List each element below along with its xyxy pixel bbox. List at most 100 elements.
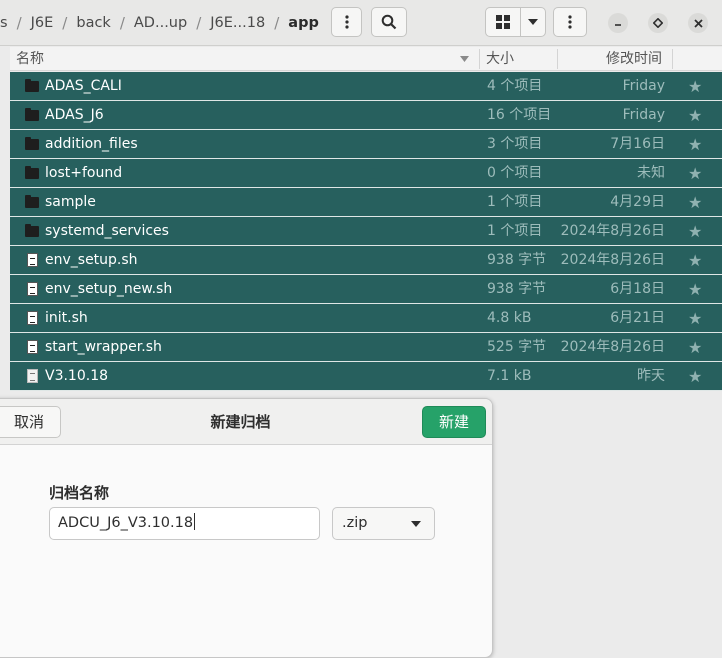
restore-button[interactable]	[648, 13, 668, 33]
file-modified: 昨天	[637, 368, 665, 384]
new-archive-dialog: 新建归档 取消 新建 归档名称 ADCU_J6_V3.10.18 .zip	[0, 398, 493, 658]
file-name: env_setup.sh	[45, 252, 138, 268]
file-size: 938 字节	[487, 252, 547, 268]
breadcrumb-item[interactable]: J6E...18	[201, 7, 274, 39]
file-size: 525 字节	[487, 339, 547, 355]
extension-value: .zip	[342, 515, 368, 531]
vertical-dots-icon	[568, 15, 572, 29]
script-file-icon	[27, 311, 38, 325]
file-row[interactable]: env_setup_new.sh 938 字节 6月18日 ★	[10, 275, 722, 304]
folder-icon	[25, 195, 39, 209]
column-name-header[interactable]: 名称	[16, 47, 44, 70]
minimize-button[interactable]	[608, 13, 628, 33]
file-name: init.sh	[45, 310, 88, 326]
vertical-dots-icon	[344, 15, 349, 29]
file-size: 0 个项目	[487, 165, 543, 181]
grid-view-icon	[496, 15, 510, 29]
breadcrumb-item[interactable]: s	[0, 7, 17, 39]
file-name: lost+found	[45, 165, 123, 181]
main-menu-button[interactable]	[553, 7, 587, 37]
close-icon	[693, 18, 703, 28]
file-row[interactable]: addition_files 3 个项目 7月16日 ★	[10, 130, 722, 159]
archive-name-value: ADCU_J6_V3.10.18	[58, 515, 194, 531]
file-row[interactable]: env_setup.sh 938 字节 2024年8月26日 ★	[10, 246, 722, 275]
breadcrumb-item[interactable]: AD...up	[125, 7, 196, 39]
file-row[interactable]: lost+found 0 个项目 未知 ★	[10, 159, 722, 188]
file-name: sample	[45, 194, 96, 210]
file-row[interactable]: init.sh 4.8 kB 6月21日 ★	[10, 304, 722, 333]
star-icon[interactable]: ★	[688, 188, 702, 217]
star-icon[interactable]: ★	[688, 333, 702, 362]
column-header: 名称 大小 修改时间	[10, 47, 722, 71]
file-size: 1 个项目	[487, 223, 543, 239]
breadcrumb-item-current[interactable]: app	[279, 7, 328, 39]
file-list: ADAS_CALI 4 个项目 Friday ★ ADAS_J6 16 个项目 …	[10, 72, 722, 391]
star-icon[interactable]: ★	[688, 130, 702, 159]
script-file-icon	[27, 282, 38, 296]
breadcrumb: s / J6E / back / AD...up / J6E...18 / ap…	[0, 7, 328, 39]
file-row[interactable]: V3.10.18 7.1 kB 昨天 ★	[10, 362, 722, 391]
file-modified: 6月21日	[610, 310, 665, 326]
star-icon[interactable]: ★	[688, 72, 702, 101]
star-icon[interactable]: ★	[688, 304, 702, 333]
view-options-dropdown[interactable]	[520, 7, 546, 37]
file-row[interactable]: ADAS_CALI 4 个项目 Friday ★	[10, 72, 722, 101]
extension-select[interactable]: .zip	[332, 507, 435, 540]
file-size: 7.1 kB	[487, 368, 532, 384]
column-divider	[672, 49, 673, 69]
file-row[interactable]: ADAS_J6 16 个项目 Friday ★	[10, 101, 722, 130]
breadcrumb-item[interactable]: J6E	[22, 7, 63, 39]
file-row[interactable]: systemd_services 1 个项目 2024年8月26日 ★	[10, 217, 722, 246]
column-modified-header[interactable]: 修改时间	[606, 47, 662, 70]
star-icon[interactable]: ★	[688, 246, 702, 275]
search-icon	[381, 14, 397, 30]
sort-down-icon	[460, 56, 469, 62]
file-modified: 4月29日	[610, 194, 665, 210]
file-name: env_setup_new.sh	[45, 281, 173, 297]
file-name: V3.10.18	[45, 368, 109, 384]
script-file-icon	[27, 253, 38, 267]
folder-icon	[25, 137, 39, 151]
archive-name-label: 归档名称	[49, 484, 110, 502]
folder-icon	[25, 79, 39, 93]
file-modified: Friday	[622, 107, 665, 123]
search-button[interactable]	[371, 7, 407, 37]
minimize-icon	[615, 24, 621, 26]
file-name: start_wrapper.sh	[45, 339, 162, 355]
star-icon[interactable]: ★	[688, 217, 702, 246]
archive-name-input[interactable]: ADCU_J6_V3.10.18	[49, 507, 320, 540]
folder-icon	[25, 108, 39, 122]
file-modified: 未知	[637, 165, 665, 181]
file-name: systemd_services	[45, 223, 169, 239]
path-menu-button[interactable]	[331, 7, 362, 37]
column-divider	[479, 49, 480, 69]
dialog-header: 新建归档 取消 新建	[0, 399, 492, 445]
cancel-button[interactable]: 取消	[0, 406, 61, 438]
view-toggle-button[interactable]	[485, 7, 521, 37]
file-modified: 2024年8月26日	[560, 223, 665, 239]
folder-icon	[25, 166, 39, 180]
file-modified: 7月16日	[610, 136, 665, 152]
script-file-icon	[27, 340, 38, 354]
file-modified: Friday	[622, 78, 665, 94]
create-button[interactable]: 新建	[422, 406, 486, 438]
star-icon[interactable]: ★	[688, 159, 702, 188]
file-row[interactable]: start_wrapper.sh 525 字节 2024年8月26日 ★	[10, 333, 722, 362]
star-icon[interactable]: ★	[688, 362, 702, 391]
star-icon[interactable]: ★	[688, 275, 702, 304]
file-row[interactable]: sample 1 个项目 4月29日 ★	[10, 188, 722, 217]
restore-icon	[653, 18, 663, 28]
text-cursor	[194, 513, 196, 530]
column-size-header[interactable]: 大小	[486, 47, 514, 70]
breadcrumb-item[interactable]: back	[67, 7, 119, 39]
file-name: ADAS_CALI	[45, 78, 122, 94]
close-button[interactable]	[688, 13, 708, 33]
column-divider	[557, 49, 558, 69]
text-file-icon	[27, 369, 38, 383]
header-bar: s / J6E / back / AD...up / J6E...18 / ap…	[0, 0, 722, 46]
file-size: 3 个项目	[487, 136, 543, 152]
file-size: 4.8 kB	[487, 310, 532, 326]
file-size: 4 个项目	[487, 78, 543, 94]
star-icon[interactable]: ★	[688, 101, 702, 130]
chevron-down-icon	[528, 19, 538, 25]
